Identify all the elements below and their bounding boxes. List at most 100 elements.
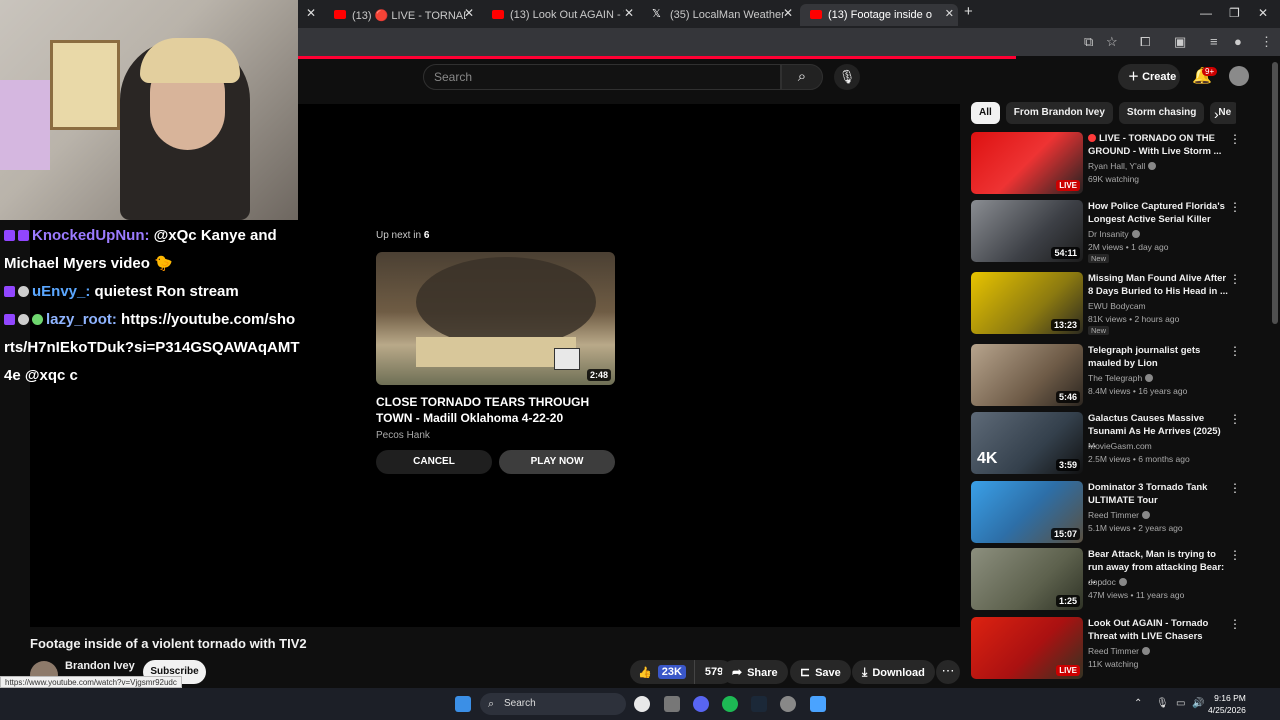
taskbar-search[interactable]: ⌕ Search — [480, 693, 626, 715]
new-tab-button[interactable]: + — [964, 3, 973, 20]
close-window-icon[interactable]: ✕ — [1258, 6, 1268, 20]
more-menu-icon[interactable]: ⋮ — [1229, 272, 1241, 286]
recommendation-item[interactable]: LIVE LIVE - TORNADO ON THE GROUND - With… — [971, 132, 1241, 196]
next-video-title[interactable]: CLOSE TORNADO TEARS THROUGH TOWN - Madil… — [376, 394, 621, 426]
chip-all[interactable]: All — [971, 102, 1000, 124]
voice-search-button[interactable]: 🎙 — [834, 64, 860, 90]
spotify-icon[interactable] — [722, 696, 738, 712]
verified-icon — [1142, 647, 1151, 655]
app-icon[interactable] — [664, 696, 680, 712]
create-button[interactable]: ＋ Create — [1118, 64, 1180, 90]
chip-storm-chasing[interactable]: Storm chasing — [1118, 102, 1205, 124]
channel-name[interactable]: Brandon Ivey — [65, 660, 135, 672]
rec-channel: The Telegraph — [1088, 373, 1154, 383]
windows-start-icon[interactable] — [455, 696, 471, 712]
recommendation-item[interactable]: 15:07 Dominator 3 Tornado Tank ULTIMATE … — [971, 481, 1241, 545]
notepad-icon[interactable] — [810, 696, 826, 712]
maximize-icon[interactable]: ❐ — [1229, 6, 1240, 20]
more-menu-icon[interactable]: ⋮ — [1229, 617, 1241, 631]
search-input[interactable]: Search — [423, 64, 781, 90]
save-button[interactable]: ⊏ Save — [790, 660, 851, 684]
mic-icon: 🎙 — [838, 69, 856, 84]
user-badge-icon — [32, 314, 43, 325]
more-menu-icon[interactable]: ⋮ — [1229, 548, 1241, 562]
download-button[interactable]: ⤓ Download — [852, 660, 935, 684]
prime-badge-icon — [18, 230, 29, 241]
mic-icon[interactable]: 🎙 — [1156, 698, 1169, 709]
video-thumbnail: 1:25 — [971, 548, 1083, 610]
live-badge: LIVE — [1056, 180, 1080, 191]
video-thumbnail: LIVE — [971, 617, 1083, 679]
page-scrollbar[interactable] — [1272, 62, 1278, 682]
close-tab-icon[interactable]: ✕ — [945, 7, 954, 20]
close-tab-icon[interactable]: ✕ — [464, 6, 474, 20]
menu-lines-icon[interactable]: ≡ — [1210, 34, 1218, 49]
browser-tab-active[interactable]: (13) Footage inside of a vio ✕ — [800, 4, 958, 26]
rec-meta: 8.4M views • 16 years ago — [1088, 386, 1188, 396]
more-menu-icon[interactable]: ⋮ — [1229, 481, 1241, 495]
rec-meta: 5.1M views • 2 years ago — [1088, 523, 1183, 533]
close-tab-icon[interactable]: ✕ — [306, 6, 316, 20]
browser-tab[interactable]: (13) 🔴 LIVE - TORNADO ON T — [324, 4, 474, 26]
next-video-thumbnail[interactable]: 2:48 — [376, 252, 615, 385]
browser-menu-icon[interactable]: ⋮ — [1260, 34, 1273, 50]
account-avatar[interactable] — [1229, 66, 1249, 86]
share-button[interactable]: ➦ Share — [722, 660, 788, 684]
chrome-icon[interactable] — [634, 696, 650, 712]
recommendation-item[interactable]: 5:46 Telegraph journalist gets mauled by… — [971, 344, 1241, 408]
play-now-button[interactable]: PLAY NOW — [499, 450, 615, 474]
rec-meta: 11K watching — [1088, 659, 1139, 669]
chevron-up-icon[interactable]: ⌃ — [1134, 698, 1142, 709]
building — [416, 337, 576, 367]
extensions-icon[interactable]: ⧠ — [1140, 34, 1150, 50]
more-menu-icon[interactable]: ⋮ — [1229, 344, 1241, 358]
discord-icon[interactable] — [693, 696, 709, 712]
settings-gear-icon[interactable] — [780, 696, 796, 712]
chat-overlay: KnockedUpNun: @xQc Kanye and Michael Mye… — [4, 222, 300, 390]
rec-title: How Police Captured Florida's Longest Ac… — [1088, 201, 1225, 225]
new-badge: New — [1088, 326, 1110, 335]
more-menu-icon[interactable]: ⋮ — [1229, 132, 1241, 146]
chevron-right-icon[interactable]: › — [1214, 106, 1219, 122]
rec-channel: Dr Insanity — [1088, 229, 1140, 239]
more-menu-icon[interactable]: ⋮ — [1229, 200, 1241, 214]
live-dot-icon — [1088, 134, 1096, 142]
video-thumbnail: LIVE — [971, 132, 1083, 194]
search-button[interactable]: ⌕ — [781, 64, 823, 90]
close-tab-icon[interactable]: ✕ — [783, 6, 793, 20]
cancel-autoplay-button[interactable]: CANCEL — [376, 450, 492, 474]
recommendation-item[interactable]: 4K 3:59 Galactus Causes Massive Tsunami … — [971, 412, 1241, 476]
more-actions-button[interactable]: ⋯ — [936, 660, 960, 684]
steam-icon[interactable] — [751, 696, 767, 712]
bookmark-star-icon[interactable]: ☆ — [1106, 34, 1118, 50]
profile-icon[interactable]: ● — [1234, 34, 1242, 49]
chat-username: KnockedUpNun: — [32, 227, 150, 244]
video-thumbnail: 5:46 — [971, 344, 1083, 406]
rec-title: Missing Man Found Alive After 8 Days Bur… — [1088, 273, 1228, 297]
volume-icon[interactable]: 🔊 — [1192, 698, 1204, 709]
browser-tab[interactable]: 𝕏 (35) LocalMan Weather on X: "V — [642, 4, 792, 26]
bookmark-icon: ⊏ — [800, 665, 811, 679]
close-tab-icon[interactable]: ✕ — [624, 6, 634, 20]
video-title: Footage inside of a violent tornado with… — [30, 636, 307, 651]
system-clock[interactable]: 9:16 PM 4/25/2026 — [1208, 692, 1246, 716]
recommendation-item[interactable]: 1:25 Bear Attack, Man is trying to run a… — [971, 548, 1241, 612]
video-duration: 3:59 — [1055, 459, 1080, 471]
recommendation-item[interactable]: 13:23 Missing Man Found Alive After 8 Da… — [971, 272, 1241, 336]
rec-channel: Ryan Hall, Y'all — [1088, 161, 1157, 171]
emote-icon: 🐤 — [154, 255, 173, 272]
browser-tab[interactable]: (13) Look Out AGAIN - Tornado — [482, 4, 632, 26]
verified-icon — [1142, 511, 1151, 519]
cast-icon[interactable]: ⧉ — [1084, 34, 1093, 50]
autoplay-countdown: 6 — [423, 230, 430, 241]
scrollbar-thumb[interactable] — [1272, 62, 1278, 324]
rec-channel: EWU Bodycam — [1088, 301, 1146, 311]
recommendation-item[interactable]: 54:11 How Police Captured Florida's Long… — [971, 200, 1241, 264]
sidepanel-icon[interactable]: ▣ — [1174, 34, 1186, 50]
chip-from-channel[interactable]: From Brandon Ivey — [1005, 102, 1113, 124]
more-menu-icon[interactable]: ⋮ — [1229, 412, 1241, 426]
minimize-icon[interactable]: — — [1200, 6, 1212, 20]
like-button[interactable]: 👍 23K — [630, 660, 694, 684]
network-icon[interactable]: ▭ — [1176, 698, 1185, 709]
recommendation-item[interactable]: LIVE Look Out AGAIN - Tornado Threat wit… — [971, 617, 1241, 681]
